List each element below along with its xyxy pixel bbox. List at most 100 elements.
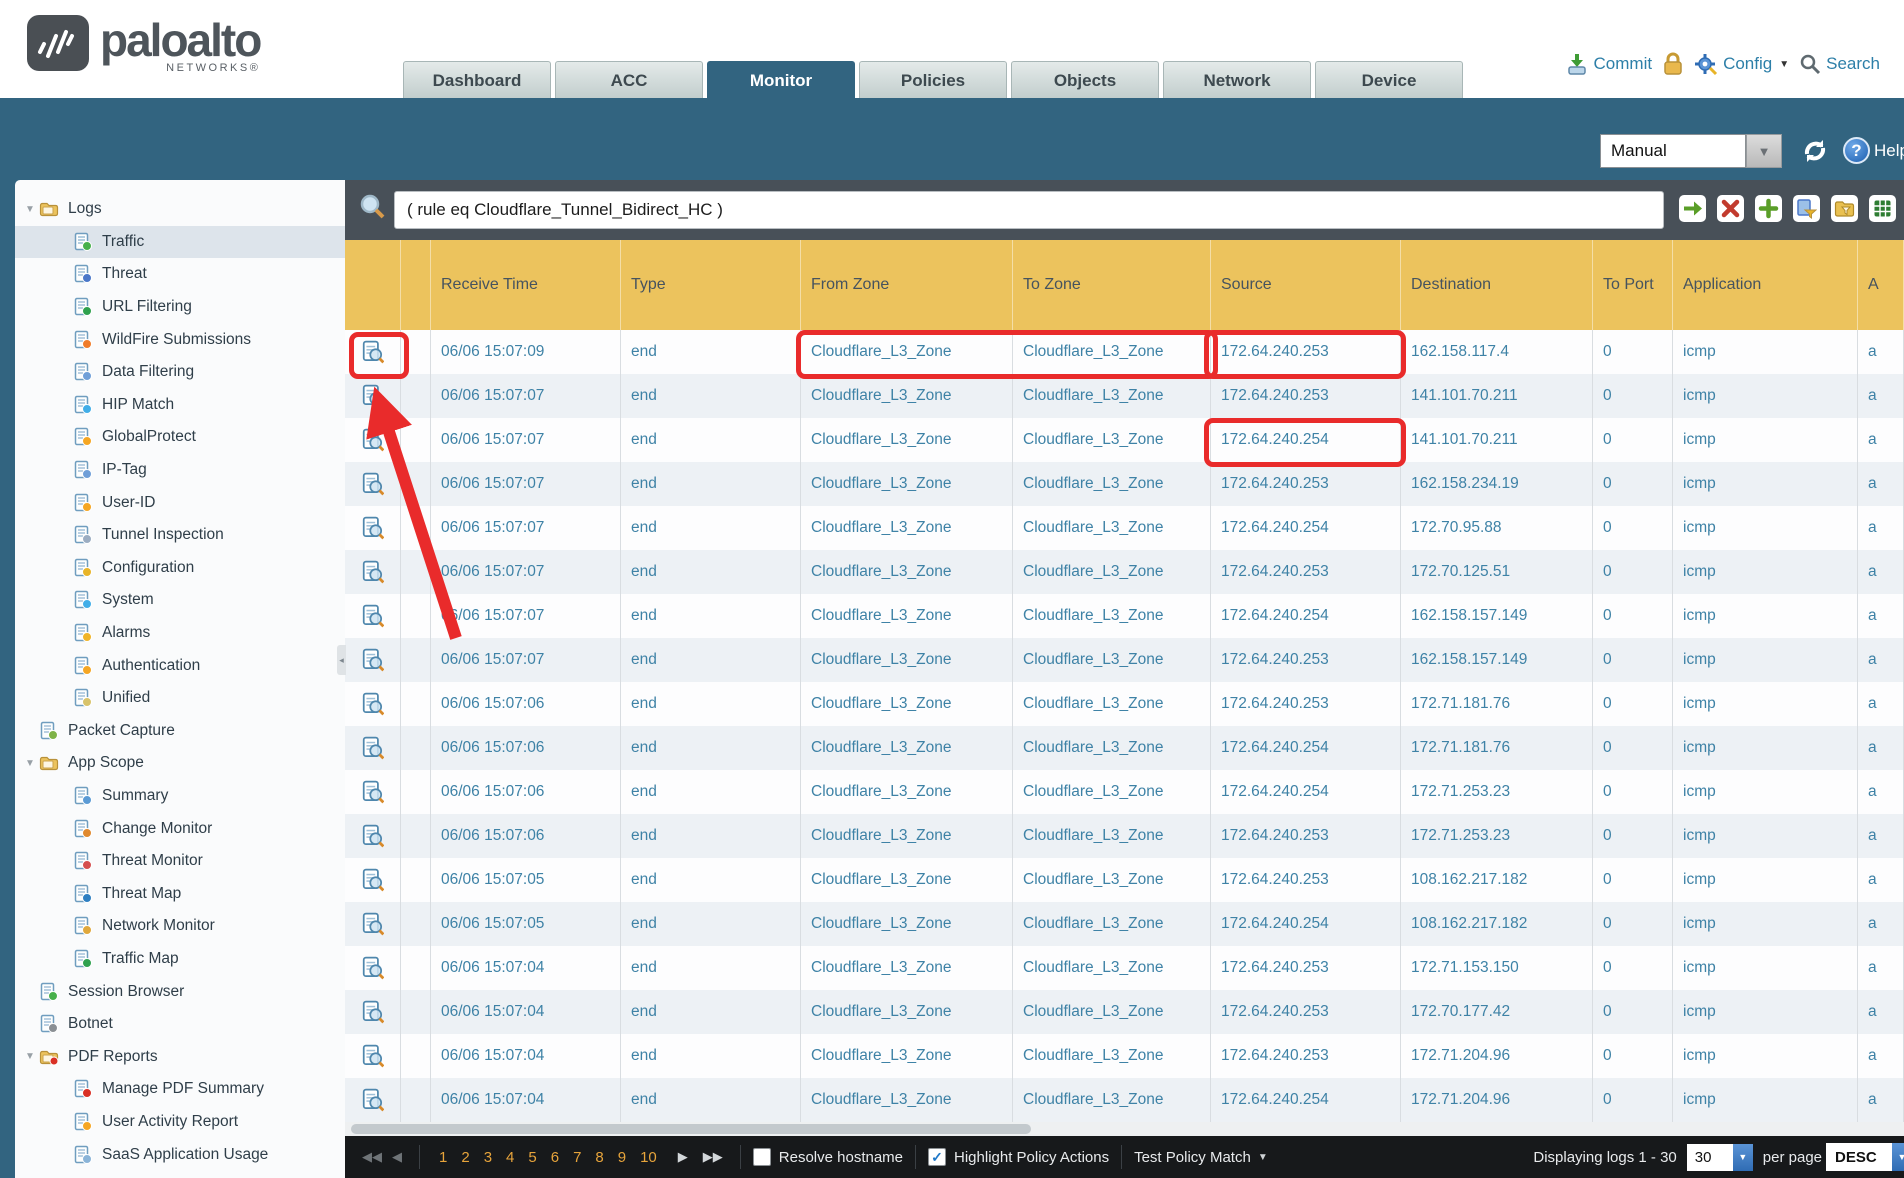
sidebar-item-change-monitor[interactable]: Change Monitor	[15, 812, 345, 845]
sidebar-collapse-handle[interactable]: ◂	[337, 645, 346, 675]
page-size-dropdown-icon[interactable]: ▼	[1733, 1144, 1753, 1171]
cell-application[interactable]: icmp	[1673, 330, 1858, 374]
tab-acc[interactable]: ACC	[555, 61, 703, 98]
cell-type[interactable]: end	[621, 682, 801, 726]
cell-application[interactable]: icmp	[1673, 418, 1858, 462]
cell-application[interactable]: icmp	[1673, 902, 1858, 946]
sidebar-item-hip-match[interactable]: HIP Match	[15, 389, 345, 422]
cell-source[interactable]: 172.64.240.254	[1211, 1078, 1401, 1122]
refresh-mode-select[interactable]: Manual ▼	[1600, 134, 1782, 168]
cell-from-zone[interactable]: Cloudflare_L3_Zone	[801, 814, 1013, 858]
cell-application[interactable]: icmp	[1673, 946, 1858, 990]
cell-receive-time[interactable]: 06/06 15:07:07	[431, 374, 621, 418]
log-detail-icon[interactable]	[345, 946, 401, 990]
cell-application[interactable]: icmp	[1673, 594, 1858, 638]
cell-to-port[interactable]: 0	[1593, 418, 1673, 462]
cell-type[interactable]: end	[621, 1034, 801, 1078]
cell-receive-time[interactable]: 06/06 15:07:07	[431, 506, 621, 550]
refresh-icon[interactable]	[1800, 136, 1830, 166]
resolve-hostname-label[interactable]: Resolve hostname	[779, 1149, 903, 1166]
cell-to-port[interactable]: 0	[1593, 550, 1673, 594]
cell-application[interactable]: icmp	[1673, 858, 1858, 902]
highlight-policy-checkbox[interactable]: ✓	[928, 1148, 946, 1166]
column-header-source[interactable]: Source	[1211, 240, 1401, 330]
cell-to-zone[interactable]: Cloudflare_L3_Zone	[1013, 418, 1211, 462]
cell-application[interactable]: icmp	[1673, 1034, 1858, 1078]
page-number-4[interactable]: 4	[506, 1149, 514, 1166]
cell-source[interactable]: 172.64.240.254	[1211, 770, 1401, 814]
cell-to-zone[interactable]: Cloudflare_L3_Zone	[1013, 330, 1211, 374]
cell-to-port[interactable]: 0	[1593, 682, 1673, 726]
cell-receive-time[interactable]: 06/06 15:07:07	[431, 594, 621, 638]
cell-from-zone[interactable]: Cloudflare_L3_Zone	[801, 946, 1013, 990]
cell-from-zone[interactable]: Cloudflare_L3_Zone	[801, 462, 1013, 506]
cell-to-zone[interactable]: Cloudflare_L3_Zone	[1013, 726, 1211, 770]
sidebar-item-unified[interactable]: Unified	[15, 682, 345, 715]
cell-to-zone[interactable]: Cloudflare_L3_Zone	[1013, 506, 1211, 550]
cell-receive-time[interactable]: 06/06 15:07:05	[431, 858, 621, 902]
cell-receive-time[interactable]: 06/06 15:07:06	[431, 682, 621, 726]
cell-from-zone[interactable]: Cloudflare_L3_Zone	[801, 330, 1013, 374]
sidebar-item-threat-monitor[interactable]: Threat Monitor	[15, 845, 345, 878]
cell-application[interactable]: icmp	[1673, 682, 1858, 726]
cell-type[interactable]: end	[621, 990, 801, 1034]
cell-action[interactable]: a	[1858, 858, 1904, 902]
column-header-blank[interactable]	[401, 240, 431, 330]
tab-dashboard[interactable]: Dashboard	[403, 61, 551, 98]
cell-destination[interactable]: 172.71.253.23	[1401, 814, 1593, 858]
cell-source[interactable]: 172.64.240.253	[1211, 330, 1401, 374]
sidebar-item-botnet[interactable]: Botnet	[15, 1008, 345, 1041]
sidebar-item-alarms[interactable]: Alarms	[15, 617, 345, 650]
cell-from-zone[interactable]: Cloudflare_L3_Zone	[801, 902, 1013, 946]
cell-source[interactable]: 172.64.240.254	[1211, 506, 1401, 550]
expander-icon[interactable]: ▼	[21, 758, 39, 769]
cell-type[interactable]: end	[621, 506, 801, 550]
tab-network[interactable]: Network	[1163, 61, 1311, 98]
cell-type[interactable]: end	[621, 550, 801, 594]
cell-type[interactable]: end	[621, 638, 801, 682]
cell-source[interactable]: 172.64.240.253	[1211, 814, 1401, 858]
page-number-2[interactable]: 2	[461, 1149, 469, 1166]
cell-from-zone[interactable]: Cloudflare_L3_Zone	[801, 858, 1013, 902]
cell-from-zone[interactable]: Cloudflare_L3_Zone	[801, 990, 1013, 1034]
cell-action[interactable]: a	[1858, 374, 1904, 418]
cell-destination[interactable]: 172.71.204.96	[1401, 1034, 1593, 1078]
cell-from-zone[interactable]: Cloudflare_L3_Zone	[801, 594, 1013, 638]
cell-destination[interactable]: 172.71.153.150	[1401, 946, 1593, 990]
cell-to-port[interactable]: 0	[1593, 330, 1673, 374]
config-button[interactable]: Config ▼	[1694, 52, 1789, 76]
log-detail-icon[interactable]	[345, 594, 401, 638]
sidebar-item-configuration[interactable]: Configuration	[15, 552, 345, 585]
sidebar-item-authentication[interactable]: Authentication	[15, 649, 345, 682]
cell-application[interactable]: icmp	[1673, 462, 1858, 506]
cell-receive-time[interactable]: 06/06 15:07:04	[431, 1034, 621, 1078]
cell-type[interactable]: end	[621, 374, 801, 418]
cell-application[interactable]: icmp	[1673, 506, 1858, 550]
sidebar-item-ip-tag[interactable]: IP-Tag	[15, 454, 345, 487]
cell-to-port[interactable]: 0	[1593, 1078, 1673, 1122]
page-number-6[interactable]: 6	[551, 1149, 559, 1166]
resolve-hostname-checkbox[interactable]	[753, 1148, 771, 1166]
cell-source[interactable]: 172.64.240.253	[1211, 990, 1401, 1034]
cell-from-zone[interactable]: Cloudflare_L3_Zone	[801, 726, 1013, 770]
cell-to-zone[interactable]: Cloudflare_L3_Zone	[1013, 770, 1211, 814]
horizontal-scrollbar-thumb[interactable]	[351, 1124, 1031, 1134]
sidebar-item-user-activity-report[interactable]: User Activity Report	[15, 1106, 345, 1139]
load-filter-icon[interactable]	[1831, 195, 1858, 222]
page-size-select[interactable]: 30 ▼	[1687, 1144, 1753, 1171]
cell-type[interactable]: end	[621, 1078, 801, 1122]
page-number-5[interactable]: 5	[528, 1149, 536, 1166]
column-header-a[interactable]: A	[1858, 240, 1904, 330]
cell-type[interactable]: end	[621, 858, 801, 902]
log-detail-icon[interactable]	[345, 770, 401, 814]
tab-policies[interactable]: Policies	[859, 61, 1007, 98]
cell-source[interactable]: 172.64.240.253	[1211, 682, 1401, 726]
cell-application[interactable]: icmp	[1673, 550, 1858, 594]
cell-to-zone[interactable]: Cloudflare_L3_Zone	[1013, 1078, 1211, 1122]
cell-source[interactable]: 172.64.240.253	[1211, 1034, 1401, 1078]
cell-action[interactable]: a	[1858, 990, 1904, 1034]
apply-filter-icon[interactable]	[1679, 195, 1706, 222]
cell-to-port[interactable]: 0	[1593, 990, 1673, 1034]
cell-from-zone[interactable]: Cloudflare_L3_Zone	[801, 550, 1013, 594]
sidebar-item-system[interactable]: System	[15, 584, 345, 617]
